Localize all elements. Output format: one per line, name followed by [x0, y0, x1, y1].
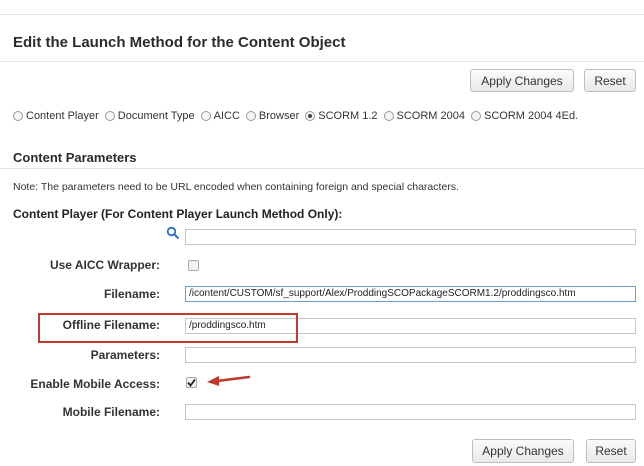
mobile-filename-label: Mobile Filename: [62, 405, 160, 419]
page-title: Edit the Launch Method for the Content O… [13, 34, 346, 51]
top-bar [0, 0, 644, 15]
enable-mobile-access-checkbox[interactable] [186, 377, 197, 388]
radio-content-player[interactable]: Content Player [13, 110, 99, 122]
radio-circle-selected[interactable] [305, 111, 316, 121]
radio-circle[interactable] [383, 111, 394, 121]
apply-changes-button-bottom[interactable]: Apply Changes [472, 439, 574, 463]
encoding-note: Note: The parameters need to be URL enco… [13, 181, 459, 193]
divider [0, 61, 644, 62]
radio-label: Document Type [117, 110, 195, 122]
radio-circle[interactable] [245, 111, 256, 121]
use-aicc-wrapper-label: Use AICC Wrapper: [49, 258, 160, 272]
mobile-filename-field[interactable] [185, 404, 636, 420]
search-input[interactable] [185, 229, 636, 245]
radio-label: SCORM 2004 [396, 110, 466, 122]
reset-button[interactable]: Reset [584, 69, 636, 92]
section-title: Content Parameters [13, 150, 137, 165]
section-divider [0, 168, 644, 169]
radio-scorm-1-2[interactable]: SCORM 1.2 [305, 110, 378, 122]
radio-circle[interactable] [471, 111, 482, 121]
radio-label: SCORM 2004 4Ed. [484, 110, 579, 122]
launch-method-radio-group: Content Player Document Type AICC Browse… [13, 110, 584, 122]
radio-browser[interactable]: Browser [245, 110, 300, 122]
radio-scorm-2004[interactable]: SCORM 2004 [383, 110, 466, 122]
parameters-field[interactable] [185, 347, 636, 363]
apply-changes-button[interactable]: Apply Changes [470, 69, 574, 92]
radio-circle[interactable] [104, 111, 115, 121]
use-aicc-wrapper-checkbox[interactable] [188, 260, 199, 271]
radio-aicc[interactable]: AICC [200, 110, 240, 122]
search-icon[interactable] [166, 226, 180, 240]
radio-circle[interactable] [200, 111, 211, 121]
red-arrow-icon [203, 371, 251, 391]
radio-label: Browser [258, 110, 300, 122]
radio-document-type[interactable]: Document Type [104, 110, 195, 122]
enable-mobile-access-label: Enable Mobile Access: [30, 377, 160, 391]
radio-circle[interactable] [13, 111, 23, 121]
reset-button-bottom[interactable]: Reset [586, 439, 636, 463]
radio-label: SCORM 1.2 [318, 110, 378, 122]
filename-field[interactable]: /icontent/CUSTOM/sf_support/Alex/Proddin… [185, 286, 636, 302]
content-player-subheading: Content Player (For Content Player Launc… [13, 207, 343, 221]
checkmark-icon [187, 378, 196, 387]
radio-scorm-2004-4ed[interactable]: SCORM 2004 4Ed. [471, 110, 578, 122]
highlight-box [38, 313, 298, 343]
filename-label: Filename: [103, 287, 160, 301]
radio-label: AICC [213, 110, 240, 122]
parameters-label: Parameters: [90, 348, 160, 362]
radio-label: Content Player [26, 110, 99, 122]
